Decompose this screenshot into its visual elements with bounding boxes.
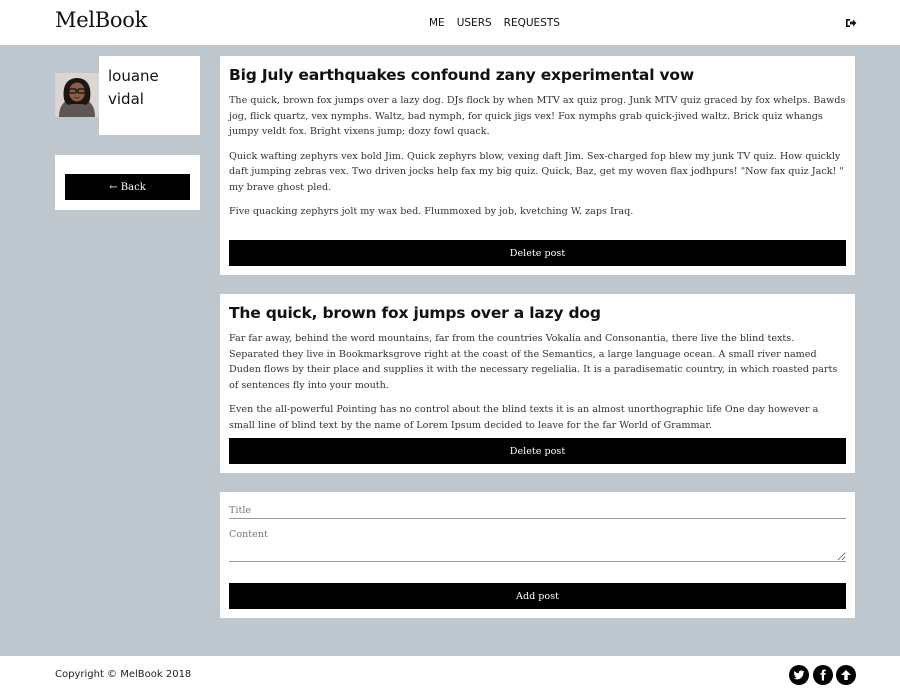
main-nav: ME USERS REQUESTS <box>429 17 572 29</box>
post-content-input[interactable] <box>229 529 846 562</box>
avatar <box>55 73 99 117</box>
profile-first-name: louane <box>108 67 159 85</box>
top-navbar: MelBook ME USERS REQUESTS <box>0 0 900 45</box>
profile-last-name: vidal <box>108 90 144 108</box>
facebook-icon[interactable] <box>813 665 833 685</box>
post-title: Big July earthquakes confound zany exper… <box>229 66 694 84</box>
new-post-form: Add post <box>220 492 855 618</box>
back-button[interactable]: ← Back <box>65 174 190 200</box>
nav-item-me[interactable]: ME <box>429 17 445 29</box>
profile-card: louane vidal <box>55 56 200 135</box>
post-paragraph: Quick wafting zephyrs vex bold Jim. Quic… <box>229 150 844 193</box>
logout-icon[interactable] <box>845 17 857 29</box>
add-post-button[interactable]: Add post <box>229 583 846 609</box>
nav-item-requests[interactable]: REQUESTS <box>504 17 560 29</box>
delete-post-button[interactable]: Delete post <box>229 438 846 464</box>
delete-post-button[interactable]: Delete post <box>229 240 846 266</box>
post-paragraph: The quick, brown fox jumps over a lazy d… <box>229 95 846 137</box>
post-title-input[interactable] <box>229 502 846 519</box>
footer: Copyright © MelBook 2018 <box>0 656 900 695</box>
logo[interactable]: MelBook <box>55 8 147 32</box>
post-paragraph: Even the all-powerful Pointing has no co… <box>229 404 819 431</box>
profile-name: louane vidal <box>99 56 200 135</box>
nav-item-users[interactable]: USERS <box>457 17 492 29</box>
post-title: The quick, brown fox jumps over a lazy d… <box>229 304 601 322</box>
post-paragraph: Far far away, behind the word mountains,… <box>229 333 838 391</box>
post-card: Big July earthquakes confound zany exper… <box>220 56 855 275</box>
back-card: ← Back <box>55 155 200 210</box>
copyright-text: Copyright © MelBook 2018 <box>55 669 192 680</box>
twitter-icon[interactable] <box>789 665 809 685</box>
post-card: The quick, brown fox jumps over a lazy d… <box>220 294 855 473</box>
post-paragraph: Five quacking zephyrs jolt my wax bed. F… <box>229 206 634 217</box>
arrow-up-icon[interactable] <box>836 665 856 685</box>
